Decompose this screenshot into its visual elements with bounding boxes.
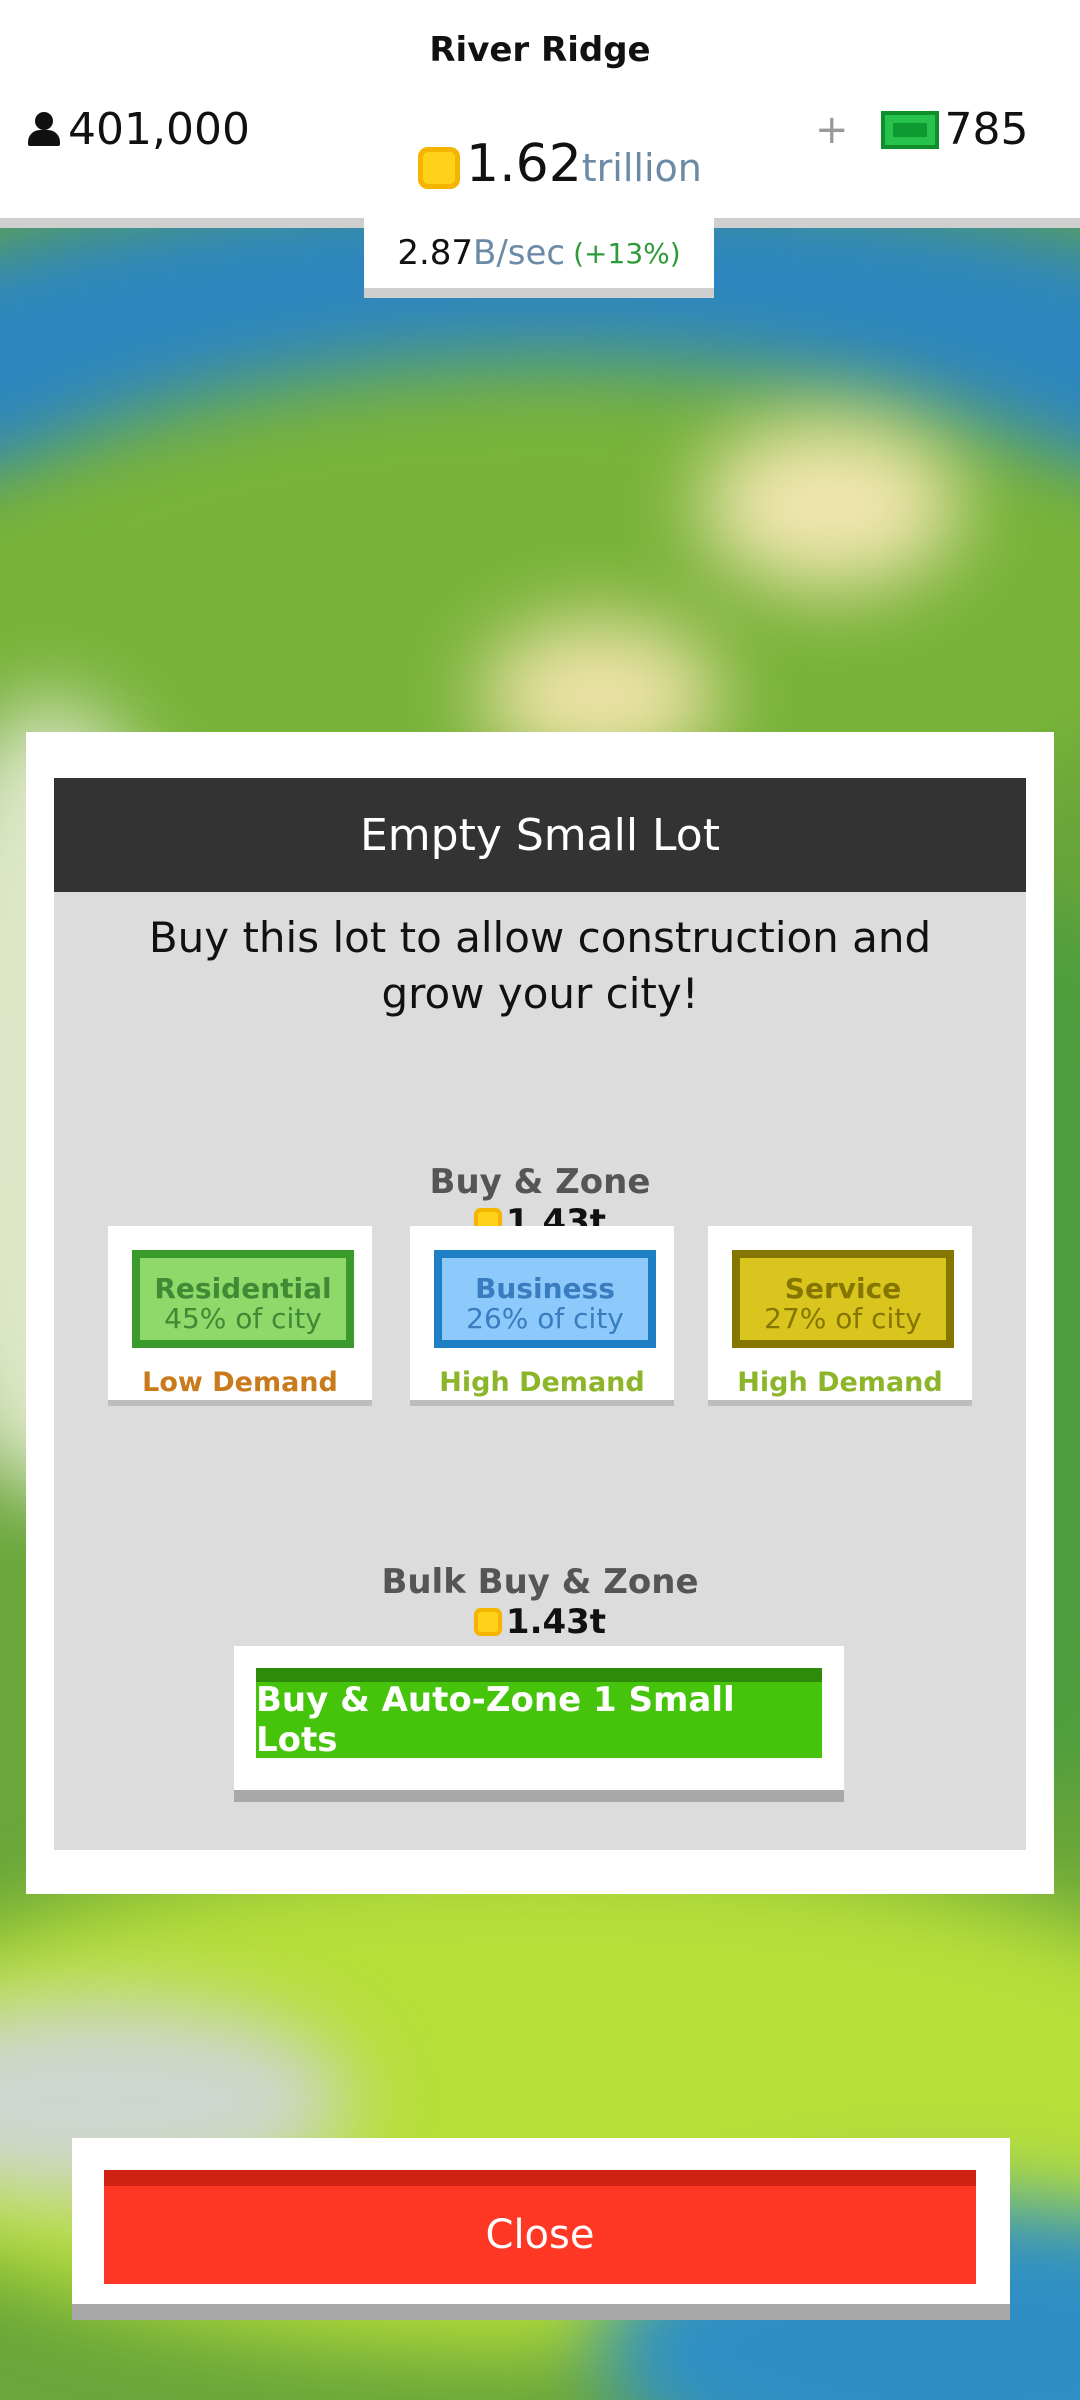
- cash-value: 785: [944, 104, 1029, 155]
- lot-dialog: Empty Small Lot Buy this lot to allow co…: [26, 732, 1054, 1894]
- rate-value: 2.87: [397, 233, 474, 273]
- cash-bill-icon: [880, 110, 939, 149]
- population-display[interactable]: 401,000: [26, 104, 250, 155]
- coin-icon: [418, 147, 460, 189]
- zone-name: Service: [784, 1272, 902, 1305]
- add-cash-icon[interactable]: +: [815, 107, 849, 153]
- coins-display: 1.62 trillion: [418, 134, 702, 194]
- coins-unit: trillion: [581, 146, 702, 190]
- zone-share: 26% of city: [466, 1302, 624, 1335]
- zone-demand: High Demand: [737, 1367, 943, 1398]
- residential-zone-button[interactable]: Residential 45% of city: [132, 1250, 354, 1348]
- population-value: 401,000: [68, 104, 250, 155]
- buy-zone-label: Buy & Zone: [429, 1162, 651, 1202]
- zone-share: 27% of city: [764, 1302, 922, 1335]
- coins-value: 1.62: [466, 134, 582, 194]
- bulk-buy-price: 1.43t: [54, 1602, 1026, 1642]
- service-zone-button[interactable]: Service 27% of city: [732, 1250, 954, 1348]
- coin-icon: [473, 1608, 502, 1636]
- top-hud: River Ridge 401,000 1.62 trillion + 785: [0, 0, 1080, 228]
- dialog-description: Buy this lot to allow construction and g…: [148, 913, 932, 1018]
- bulk-buy-button-frame: Buy & Auto-Zone 1 Small Lots: [234, 1646, 844, 1802]
- rate-unit: B/sec: [473, 233, 566, 273]
- bulk-buy-auto-zone-button[interactable]: Buy & Auto-Zone 1 Small Lots: [256, 1668, 822, 1760]
- population-icon: [26, 111, 62, 148]
- zone-name: Business: [475, 1272, 615, 1305]
- bulk-buy-price-value: 1.43t: [505, 1602, 607, 1642]
- zone-share: 45% of city: [164, 1302, 322, 1335]
- lot-dialog-body: Empty Small Lot Buy this lot to allow co…: [54, 778, 1026, 1850]
- zone-demand: Low Demand: [142, 1367, 338, 1398]
- business-zone-button[interactable]: Business 26% of city: [434, 1250, 656, 1348]
- city-name[interactable]: River Ridge: [0, 30, 1080, 70]
- close-button[interactable]: Close: [104, 2170, 976, 2284]
- zone-option-business[interactable]: Business 26% of city High Demand: [410, 1226, 674, 1406]
- bulk-buy-label: Bulk Buy & Zone: [381, 1562, 699, 1602]
- dialog-title: Empty Small Lot: [54, 778, 1026, 892]
- zone-name: Residential: [154, 1272, 332, 1305]
- zone-demand: High Demand: [439, 1367, 645, 1398]
- zone-option-service[interactable]: Service 27% of city High Demand: [708, 1226, 972, 1406]
- zone-option-residential[interactable]: Residential 45% of city Low Demand: [108, 1226, 372, 1406]
- rate-change: (+13%): [573, 236, 681, 270]
- close-button-frame: Close: [72, 2138, 1010, 2320]
- cash-display[interactable]: + 785: [815, 104, 1029, 155]
- income-rate-tab: 2.87 B/sec (+13%): [364, 218, 714, 298]
